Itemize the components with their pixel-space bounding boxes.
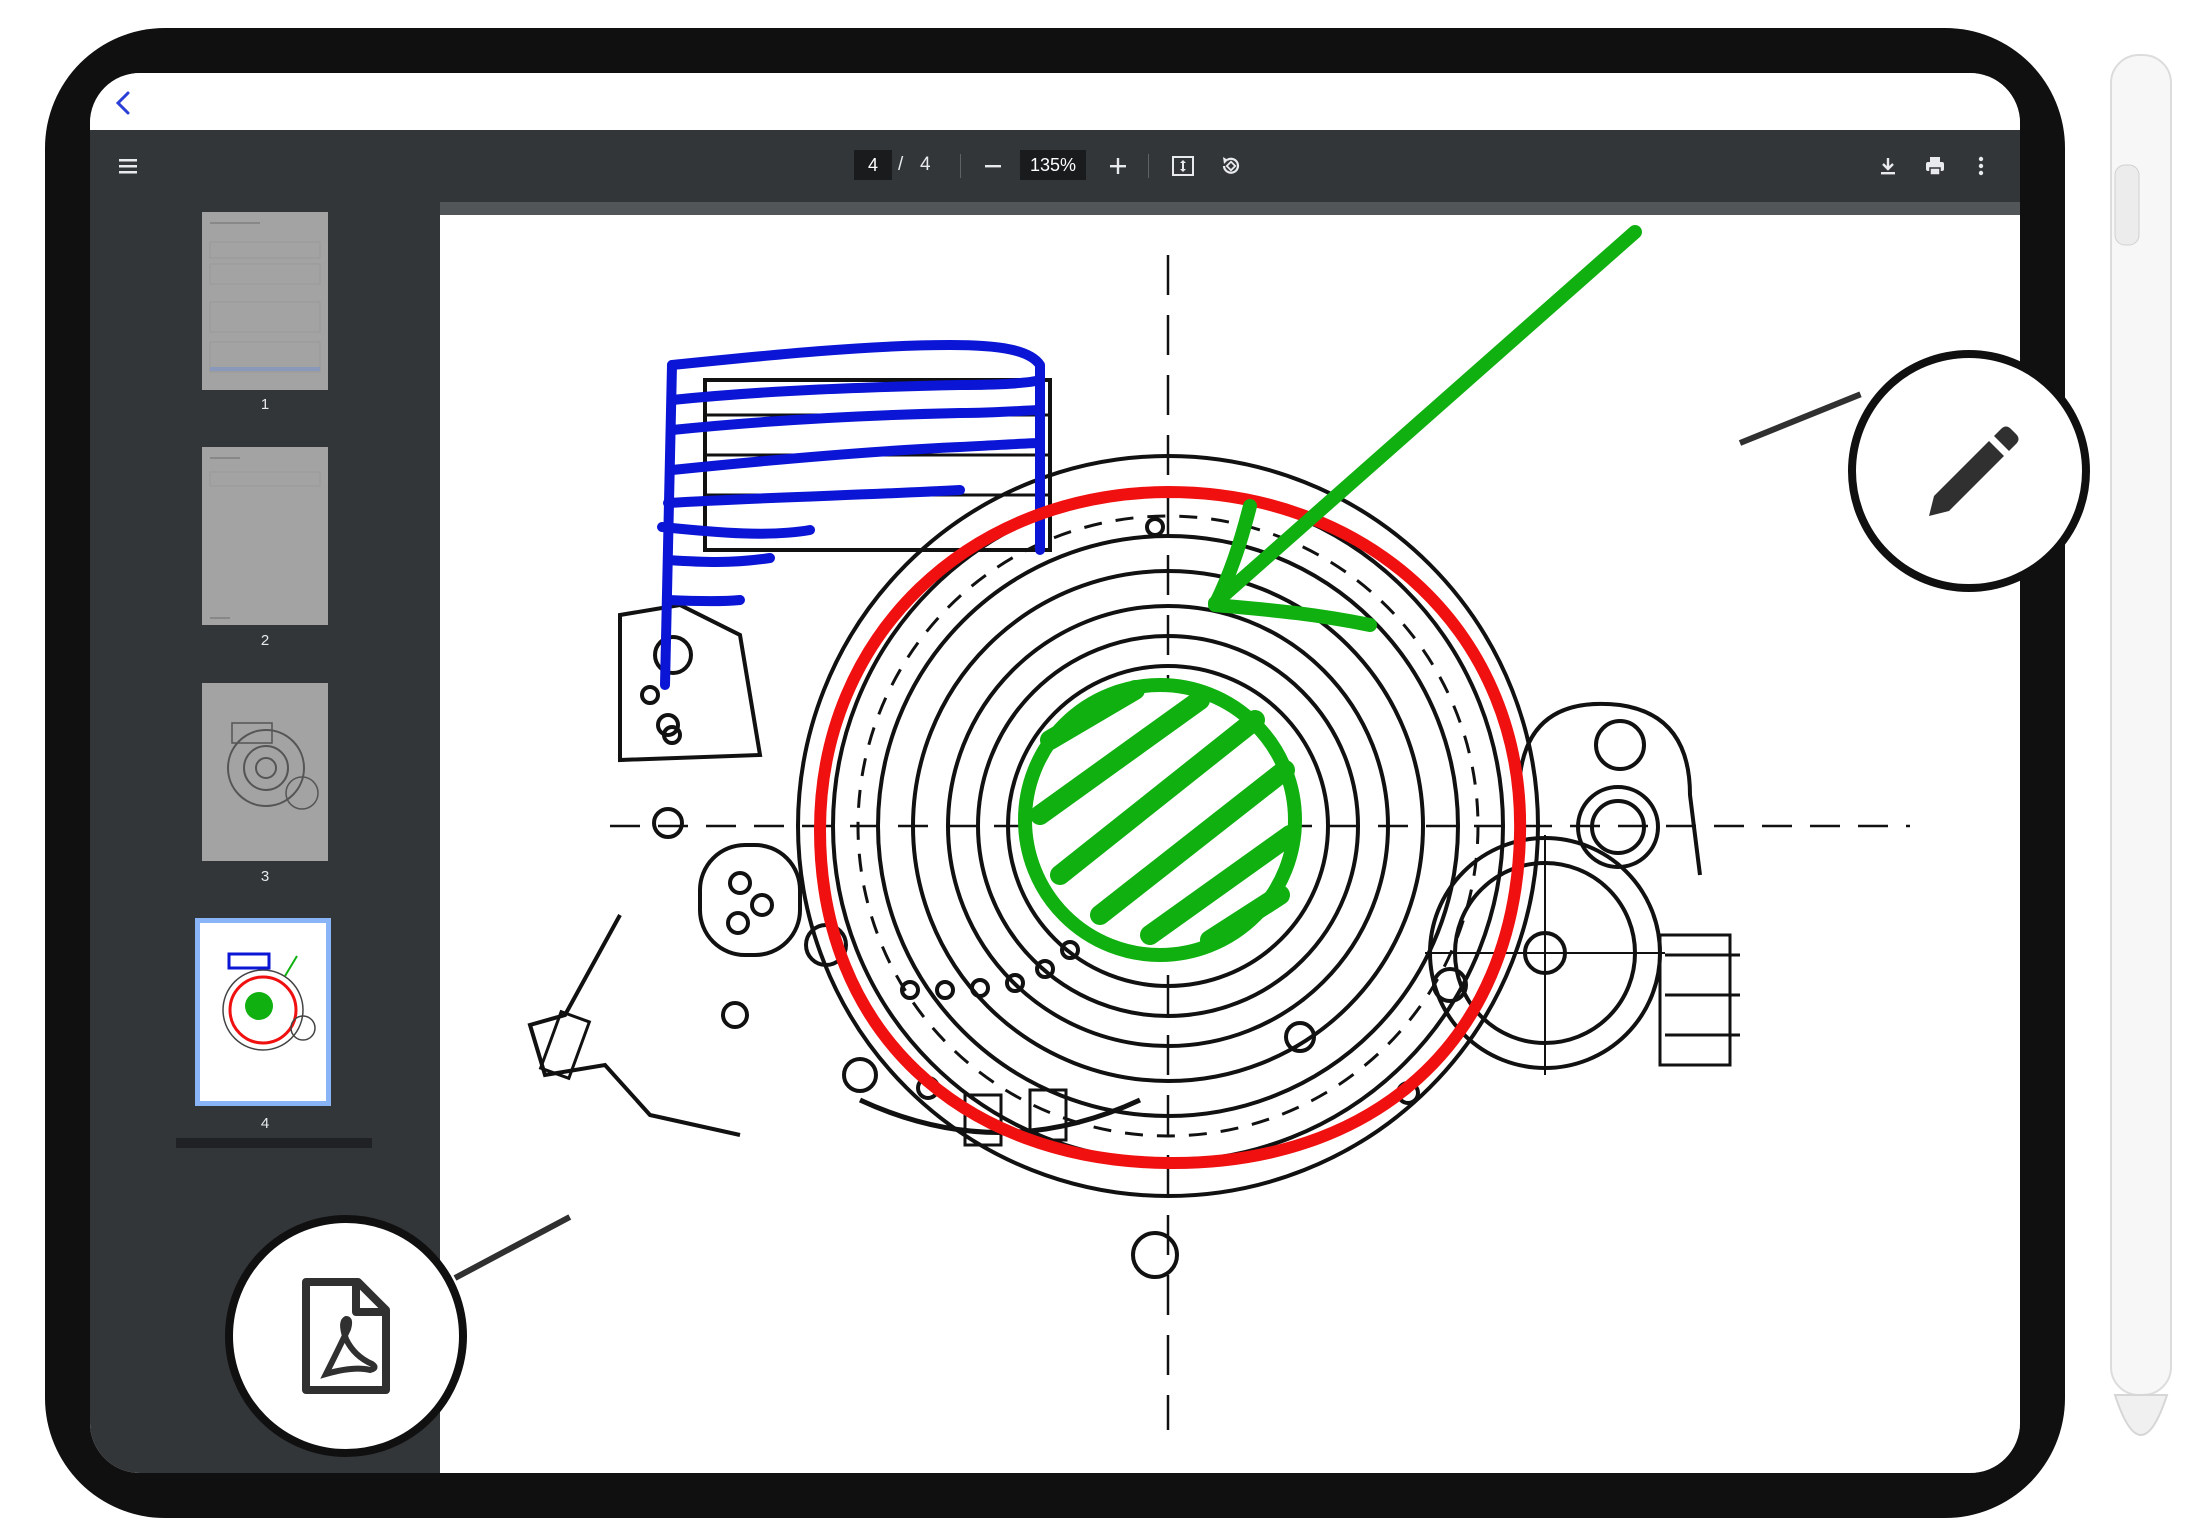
back-button[interactable] (104, 83, 144, 123)
pdf-file-icon (302, 1278, 390, 1394)
thumbnail-page-4-selected[interactable] (195, 918, 331, 1106)
more-icon (1978, 156, 1984, 176)
pencil-icon (1929, 426, 2019, 516)
thumbnail-label: 3 (260, 868, 270, 885)
sidebar-scrollbar[interactable] (176, 1138, 372, 1148)
thumbnail-label: 2 (260, 632, 270, 649)
page-separator: / (898, 154, 904, 175)
download-button[interactable] (1870, 148, 1906, 184)
fit-page-icon (1172, 156, 1194, 176)
download-icon (1881, 158, 1895, 175)
toolbar-divider (1148, 154, 1149, 178)
stylus-image (2110, 54, 2172, 1436)
toolbar-divider (960, 154, 961, 178)
page-total: 4 (920, 154, 931, 175)
fit-page-button[interactable] (1165, 148, 1201, 184)
back-icon (115, 91, 130, 115)
menu-button[interactable] (110, 148, 146, 184)
thumbnail-label: 1 (260, 396, 270, 413)
thumbnail-page-3[interactable] (202, 683, 328, 861)
document-viewer[interactable] (440, 202, 2020, 1473)
zoom-out-button[interactable] (975, 148, 1011, 184)
zoom-input[interactable]: 135% (1020, 150, 1086, 180)
more-options-button[interactable] (1963, 148, 1999, 184)
thumbnail-page-2[interactable] (202, 447, 328, 625)
zoom-in-icon (1110, 158, 1126, 174)
page-number-input[interactable]: 4 (854, 150, 892, 180)
menu-icon (119, 159, 137, 174)
pdf-toolbar: 4 / 4 135% (90, 130, 2020, 202)
pdf-callout (225, 1215, 467, 1457)
browser-bar (90, 73, 2020, 130)
technical-drawing (527, 225, 1910, 1430)
pencil-callout (1848, 350, 2090, 592)
thumbnail-page-1[interactable] (202, 212, 328, 390)
rotate-button[interactable] (1213, 148, 1249, 184)
zoom-out-icon (985, 165, 1001, 168)
thumbnail-label: 4 (260, 1115, 270, 1132)
rotate-icon (1222, 157, 1240, 174)
print-icon (1926, 157, 1944, 176)
zoom-in-button[interactable] (1100, 148, 1136, 184)
pdf-page (440, 215, 2020, 1473)
print-button[interactable] (1917, 148, 1953, 184)
